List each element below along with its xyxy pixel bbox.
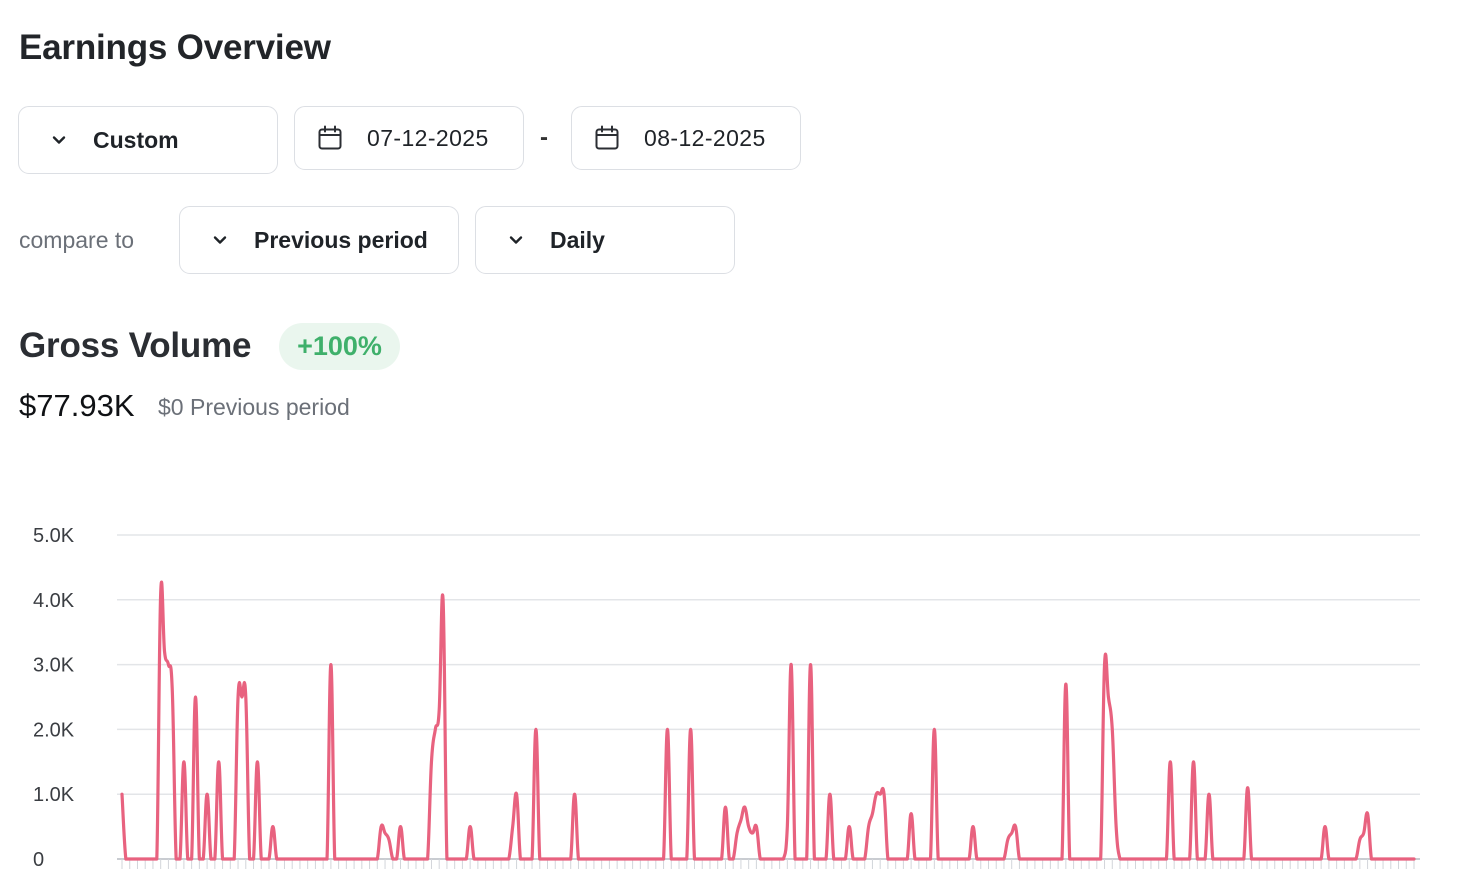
y-tick-label: 5.0K bbox=[33, 525, 75, 547]
compare-period-label: Previous period bbox=[254, 226, 428, 253]
y-tick-label: 1.0K bbox=[33, 784, 75, 806]
metric-title: Gross Volume bbox=[19, 326, 252, 365]
interval-select-label: Daily bbox=[550, 226, 605, 253]
compare-period-select[interactable]: Previous period bbox=[179, 206, 459, 274]
calendar-icon bbox=[592, 123, 622, 153]
gross-volume-line bbox=[120, 580, 1416, 861]
period-select-label: Custom bbox=[93, 126, 179, 153]
chart-gridlines bbox=[117, 534, 1420, 795]
calendar-icon bbox=[315, 123, 345, 153]
page-title: Earnings Overview bbox=[19, 28, 331, 67]
start-date-value: 07-12-2025 bbox=[367, 124, 489, 151]
y-tick-label: 2.0K bbox=[33, 719, 75, 741]
chevron-down-icon bbox=[504, 228, 528, 252]
gross-volume-chart: 0 1.0K 2.0K 3.0K 4.0K 5.0K bbox=[33, 525, 1420, 871]
period-select[interactable]: Custom bbox=[18, 106, 278, 174]
interval-select[interactable]: Daily bbox=[475, 206, 735, 274]
compare-label: compare to bbox=[19, 227, 135, 253]
y-tick-label: 0 bbox=[33, 849, 44, 871]
start-date-picker[interactable]: 07-12-2025 bbox=[294, 106, 524, 170]
chart-y-axis: 0 1.0K 2.0K 3.0K 4.0K 5.0K bbox=[33, 525, 75, 871]
chart-series bbox=[120, 580, 1416, 861]
date-range-separator: - bbox=[540, 124, 548, 151]
metric-value: $77.93K bbox=[19, 388, 135, 423]
chevron-down-icon bbox=[47, 128, 71, 152]
y-tick-label: 3.0K bbox=[33, 655, 75, 677]
change-badge: +100% bbox=[279, 323, 400, 370]
end-date-value: 08-12-2025 bbox=[644, 124, 766, 151]
y-tick-label: 4.0K bbox=[33, 590, 75, 612]
chevron-down-icon bbox=[208, 228, 232, 252]
end-date-picker[interactable]: 08-12-2025 bbox=[571, 106, 801, 170]
previous-period-value: $0 Previous period bbox=[158, 394, 350, 420]
